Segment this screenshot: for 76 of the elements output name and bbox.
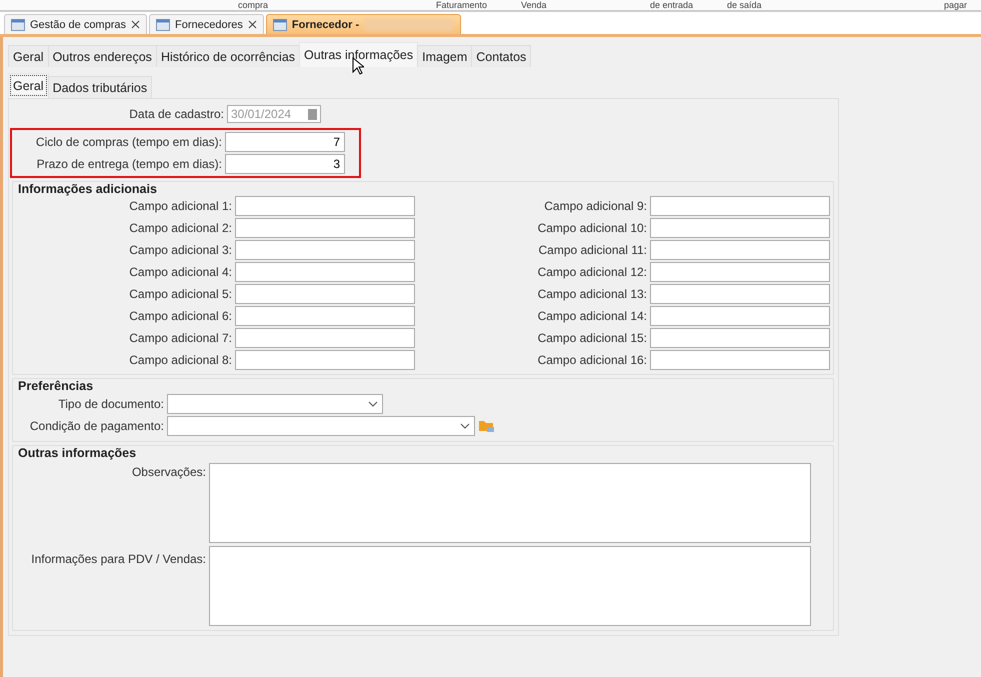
text-field[interactable] (650, 284, 830, 304)
text-field[interactable] (650, 328, 830, 348)
text-field[interactable] (235, 240, 415, 260)
field-label: Campo adicional 14: (536, 309, 647, 323)
window-icon (156, 18, 170, 30)
document-tab[interactable]: Fornecedor - (266, 14, 462, 34)
text-field[interactable] (235, 306, 415, 326)
column-header: pagar (944, 0, 968, 10)
tab[interactable]: Geral (8, 73, 49, 98)
tab[interactable]: Outros endereços (48, 45, 157, 67)
text-area[interactable] (209, 463, 811, 543)
field-label: Campo adicional 12: (536, 265, 647, 279)
tab[interactable]: Contatos (471, 45, 532, 67)
text-field[interactable] (650, 196, 830, 216)
column-header: compra (238, 0, 268, 10)
dropdown[interactable] (167, 416, 475, 436)
text-area[interactable] (209, 546, 811, 626)
text-field[interactable] (650, 218, 830, 238)
tab[interactable]: Geral (8, 45, 49, 67)
column-header: de entrada (650, 0, 694, 10)
close-icon[interactable] (248, 20, 257, 29)
chevron-down-icon (368, 401, 378, 407)
text-field[interactable] (650, 262, 830, 282)
field-label: Observações: (130, 465, 206, 479)
text-field[interactable] (235, 284, 415, 304)
column-header: Venda (521, 0, 547, 10)
tab[interactable]: Dados tributários (48, 76, 152, 98)
number-field[interactable]: 7 (225, 132, 345, 152)
text-field[interactable] (650, 240, 830, 260)
field-label: Ciclo de compras (tempo em dias): (34, 135, 222, 149)
column-header: de saída (727, 0, 762, 10)
field-label: Data de cadastro: (128, 107, 224, 121)
chevron-down-icon (460, 423, 470, 429)
field-label: Campo adicional 2: (128, 221, 232, 235)
text-field[interactable] (235, 262, 415, 282)
tab[interactable]: Histórico de ocorrências (156, 45, 300, 67)
group-title: Outras informações (18, 446, 136, 460)
text-field[interactable] (235, 328, 415, 348)
field-label: Condição de pagamento: (28, 419, 164, 433)
text-field[interactable] (235, 350, 415, 370)
group-title: Informações adicionais (18, 182, 157, 196)
field-label: Campo adicional 4: (128, 265, 232, 279)
text-field[interactable] (650, 350, 830, 370)
field-label: Prazo de entrega (tempo em dias): (36, 157, 222, 171)
window-icon (11, 18, 25, 30)
number-field[interactable]: 3 (225, 154, 345, 174)
tab-label: Fornecedores (175, 18, 243, 30)
tab-label: Gestão de compras (30, 18, 126, 30)
field-label: Campo adicional 9: (543, 199, 647, 213)
field-label: Campo adicional 3: (128, 243, 232, 257)
field-label: Tipo de documento: (57, 397, 164, 411)
text-field[interactable] (650, 306, 830, 326)
text-field[interactable] (235, 218, 415, 238)
dropdown[interactable] (167, 394, 383, 414)
tab-label: Fornecedor - (292, 18, 360, 30)
text-field[interactable] (235, 196, 415, 216)
field-label: Campo adicional 10: (536, 221, 647, 235)
field-label: Campo adicional 16: (536, 353, 647, 367)
close-icon[interactable] (131, 20, 140, 29)
field-label: Campo adicional 6: (128, 309, 232, 323)
field-label: Campo adicional 15: (536, 331, 647, 345)
field-label: Informações para PDV / Vendas: (30, 552, 206, 566)
document-tab[interactable]: Fornecedores (149, 14, 264, 34)
field-label: Campo adicional 7: (128, 331, 232, 345)
field-label: Campo adicional 13: (536, 287, 647, 301)
tab[interactable]: Outras informações (299, 42, 418, 67)
column-header: Faturamento (436, 0, 488, 10)
group-title: Preferências (18, 379, 94, 393)
field-label: Campo adicional 11: (537, 243, 647, 257)
document-tab[interactable]: Gestão de compras (4, 14, 147, 34)
window-icon (272, 18, 287, 30)
tab[interactable]: Imagem (417, 45, 472, 67)
field-label: Campo adicional 1: (128, 199, 232, 213)
folder-icon[interactable] (478, 419, 495, 433)
field-label: Campo adicional 5: (128, 287, 232, 301)
field-label: Campo adicional 8: (128, 353, 232, 367)
